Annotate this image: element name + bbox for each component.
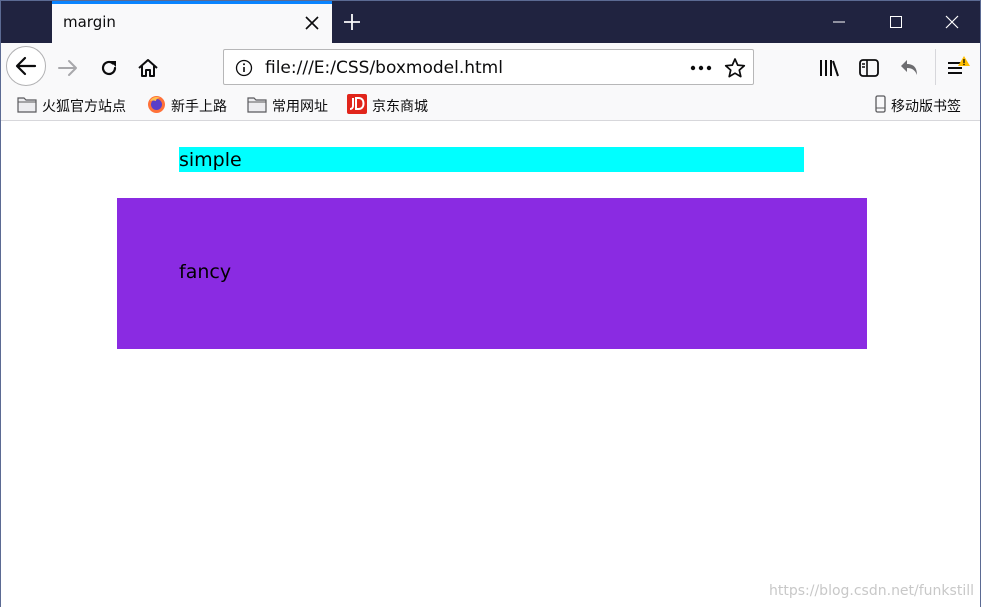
back-icon[interactable]	[6, 46, 46, 86]
bookmarks-toolbar: 火狐官方站点 新手上路 常用网址 京东商城 移动版书签	[1, 91, 980, 121]
firefox-icon	[147, 95, 166, 118]
reload-icon[interactable]	[96, 55, 122, 81]
url-input[interactable]: file:///E:/CSS/boxmodel.html	[265, 58, 503, 78]
mobile-icon	[875, 95, 886, 117]
bookmark-item[interactable]: 新手上路	[147, 95, 227, 117]
tab-margin[interactable]: margin	[52, 1, 332, 43]
mobile-bookmarks-label: 移动版书签	[891, 99, 961, 115]
more-actions-icon[interactable]	[688, 58, 714, 78]
home-icon[interactable]	[135, 55, 161, 81]
jd-icon	[347, 94, 367, 118]
bookmark-label: 常用网址	[272, 99, 328, 115]
bookmark-label: 京东商城	[372, 99, 428, 115]
new-tab-icon[interactable]	[338, 9, 366, 35]
page-content: simple fancy https://blog.csdn.net/funks…	[1, 121, 980, 607]
tab-title: margin	[63, 13, 116, 31]
fancy-text: fancy	[179, 261, 232, 283]
bookmark-item[interactable]: 京东商城	[347, 94, 428, 118]
forward-icon[interactable]	[55, 55, 81, 81]
browser-window: margin file:///E:/CSS/boxmodel.html 火狐官方…	[0, 0, 981, 607]
folder-icon	[247, 96, 267, 117]
title-bar: margin	[1, 1, 980, 43]
maximize-icon[interactable]	[868, 1, 924, 43]
toolbar-separator	[935, 49, 936, 85]
nav-toolbar: file:///E:/CSS/boxmodel.html	[1, 43, 980, 91]
bookmark-item[interactable]: 常用网址	[247, 95, 328, 117]
close-tab-icon[interactable]	[300, 11, 324, 35]
bookmark-star-icon[interactable]	[723, 57, 747, 79]
close-window-icon[interactable]	[924, 1, 980, 43]
minimize-icon[interactable]	[811, 1, 867, 43]
info-icon[interactable]	[234, 58, 254, 78]
undo-icon[interactable]	[896, 55, 922, 81]
bookmark-item[interactable]: 火狐官方站点	[17, 95, 126, 117]
watermark: https://blog.csdn.net/funkstill	[769, 583, 974, 599]
bookmark-label: 火狐官方站点	[42, 99, 126, 115]
mobile-bookmarks[interactable]: 移动版书签	[875, 95, 961, 117]
menu-icon[interactable]	[944, 55, 970, 81]
fancy-box: fancy	[117, 198, 867, 349]
bookmark-label: 新手上路	[171, 99, 227, 115]
simple-box: simple	[179, 147, 804, 172]
url-bar[interactable]: file:///E:/CSS/boxmodel.html	[223, 49, 754, 85]
folder-icon	[17, 96, 37, 117]
sidebar-icon[interactable]	[856, 55, 882, 81]
library-icon[interactable]	[816, 55, 842, 81]
